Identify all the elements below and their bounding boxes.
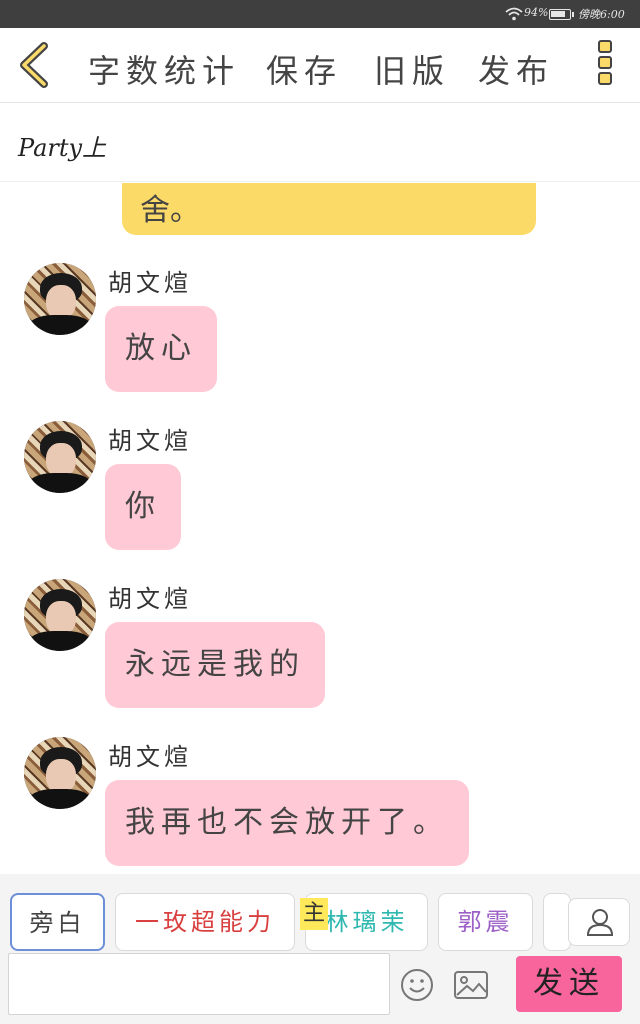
battery-percent: 94% xyxy=(524,6,549,19)
chat-message: 胡文煊 你 xyxy=(0,421,640,571)
chevron-left-icon[interactable] xyxy=(14,40,54,90)
story-title: Party上 xyxy=(18,134,107,162)
message-text: 永远是我的 xyxy=(125,647,305,682)
story-title-bar[interactable]: Party上 xyxy=(0,104,640,182)
chat-message: 胡文煊 我再也不会放开了。 xyxy=(0,737,640,873)
save-button[interactable]: 保存 xyxy=(266,46,342,92)
user-icon[interactable] xyxy=(568,898,630,946)
chat-message: 胡文煊 永远是我的 xyxy=(0,579,640,729)
message-input[interactable] xyxy=(8,953,390,1015)
message-text: 我再也不会放开了。 xyxy=(125,805,449,840)
clock: 傍晚6:00 xyxy=(578,8,625,21)
message-bubble[interactable]: 你 xyxy=(105,464,181,550)
main-character-tag: 主 xyxy=(300,898,328,930)
message-bubble[interactable]: 永远是我的 xyxy=(105,622,325,708)
publish-button[interactable]: 发布 xyxy=(478,46,554,92)
top-toolbar: 字数统计 保存 旧版 发布 xyxy=(0,28,640,103)
word-count-button[interactable]: 字数统计 xyxy=(88,46,240,92)
input-bar: 发送 xyxy=(0,952,640,1024)
character-chip-partial[interactable] xyxy=(543,893,571,951)
chat-message: 胡文煊 放心 xyxy=(0,263,640,413)
sender-name: 胡文煊 xyxy=(108,427,192,455)
old-version-button[interactable]: 旧版 xyxy=(374,46,450,92)
battery-icon xyxy=(549,9,574,20)
emoji-icon[interactable] xyxy=(400,968,434,1002)
sender-name: 胡文煊 xyxy=(108,269,192,297)
character-chip[interactable]: 一玫超能力 xyxy=(115,893,295,951)
message-text: 舍。 xyxy=(140,193,200,228)
message-text: 你 xyxy=(125,489,161,524)
chat-area[interactable]: 舍。 胡文煊 放心 胡文煊 你 胡文煊 永远是我的 胡文煊 我再也不会放开了。 xyxy=(0,183,640,873)
avatar[interactable] xyxy=(24,421,96,493)
more-vertical-icon[interactable] xyxy=(597,40,615,92)
message-bubble[interactable]: 放心 xyxy=(105,306,217,392)
avatar[interactable] xyxy=(24,579,96,651)
sender-name: 胡文煊 xyxy=(108,743,192,771)
status-bar: 94% 傍晚6:00 xyxy=(0,0,640,28)
image-icon[interactable] xyxy=(453,970,489,1000)
avatar[interactable] xyxy=(24,263,96,335)
avatar[interactable] xyxy=(24,737,96,809)
wifi-icon xyxy=(505,7,523,21)
message-bubble[interactable]: 我再也不会放开了。 xyxy=(105,780,469,866)
send-button[interactable]: 发送 xyxy=(516,956,622,1012)
character-chip-narrator[interactable]: 旁白 xyxy=(10,893,105,951)
sender-name: 胡文煊 xyxy=(108,585,192,613)
message-bubble-previous[interactable]: 舍。 xyxy=(122,183,536,235)
message-text: 放心 xyxy=(125,331,197,366)
character-chip[interactable]: 郭震 xyxy=(438,893,533,951)
